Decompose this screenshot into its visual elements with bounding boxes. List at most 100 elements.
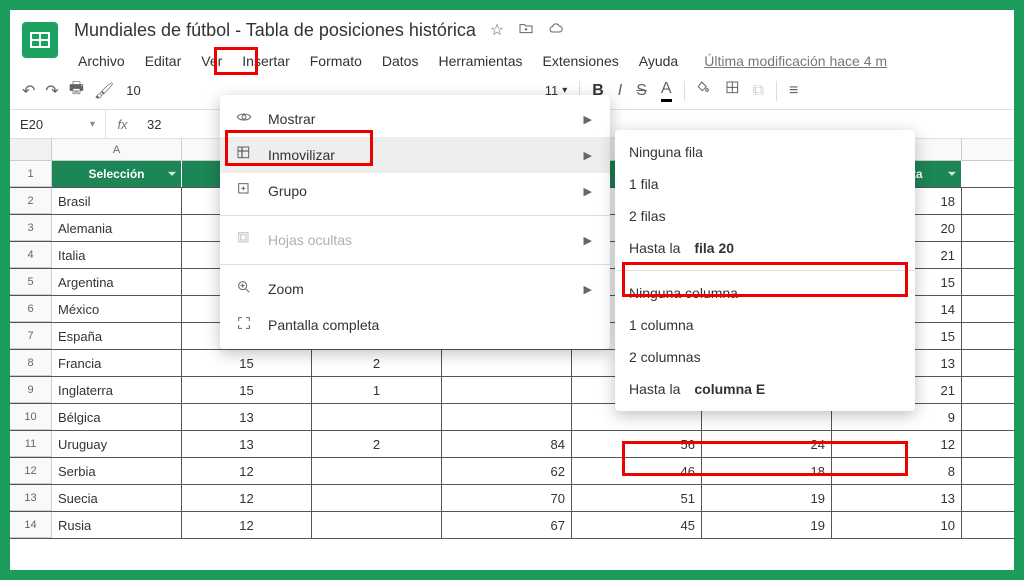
cell[interactable] [442,377,572,403]
menu-datos[interactable]: Datos [376,51,425,71]
row-header[interactable]: 8 [10,350,52,376]
cell[interactable]: Serbia [52,458,182,484]
cell[interactable]: 45 [572,512,702,538]
menu-formato[interactable]: Formato [304,51,368,71]
menu-archivo[interactable]: Archivo [72,51,131,71]
cell[interactable] [312,512,442,538]
freeze-2-rows[interactable]: 2 filas [615,200,915,232]
row-header[interactable]: 6 [10,296,52,322]
text-color-icon[interactable]: A [661,80,672,102]
cell[interactable] [312,485,442,511]
freeze-1-col[interactable]: 1 columna [615,309,915,341]
cell[interactable]: 8 [832,458,962,484]
cell[interactable] [442,350,572,376]
cell[interactable]: Italia [52,242,182,268]
italic-icon[interactable]: I [618,82,622,100]
cell[interactable]: 10 [832,512,962,538]
menu-inmovilizar[interactable]: Inmovilizar ▶ [220,137,610,173]
print-icon[interactable]: 🖶 [69,77,84,104]
cell[interactable]: 56 [572,431,702,457]
document-title[interactable]: Mundiales de fútbol - Tabla de posicione… [72,18,478,43]
cell[interactable]: 12 [832,431,962,457]
cell[interactable]: 12 [182,512,312,538]
freeze-1-row[interactable]: 1 fila [615,168,915,200]
name-box-dropdown-icon[interactable]: ▾ [90,119,95,130]
cell[interactable]: 24 [702,431,832,457]
row-header[interactable]: 1 [10,161,52,187]
row-header[interactable]: 14 [10,512,52,538]
cell[interactable] [312,458,442,484]
cell[interactable] [442,404,572,430]
paint-format-icon[interactable]: 🖌 [94,81,114,101]
row-header[interactable]: 13 [10,485,52,511]
cell[interactable]: 2 [312,350,442,376]
cell[interactable]: 12 [182,458,312,484]
cell[interactable]: 1 [312,377,442,403]
cloud-icon[interactable] [548,20,564,41]
freeze-up-to-row[interactable]: Hasta la fila 20 [615,232,915,264]
menu-extensiones[interactable]: Extensiones [536,51,624,71]
cell[interactable]: 51 [572,485,702,511]
cell[interactable]: Francia [52,350,182,376]
row-header[interactable]: 4 [10,242,52,268]
menu-insertar[interactable]: Insertar [236,51,295,71]
undo-icon[interactable]: ↶ [22,81,35,101]
cell[interactable]: 15 [182,350,312,376]
cell[interactable]: Alemania [52,215,182,241]
cell[interactable]: Suecia [52,485,182,511]
row-header[interactable]: 10 [10,404,52,430]
cell[interactable]: 84 [442,431,572,457]
cell[interactable]: Inglaterra [52,377,182,403]
cell[interactable]: 19 [702,485,832,511]
merge-cells-icon[interactable]: ⧉ [753,82,764,100]
menu-ver[interactable]: Ver [195,51,228,71]
menu-herramientas[interactable]: Herramientas [432,51,528,71]
freeze-2-cols[interactable]: 2 columnas [615,341,915,373]
freeze-no-cols[interactable]: Ninguna columna [615,277,915,309]
cell[interactable]: 2 [312,431,442,457]
cell[interactable]: 18 [702,458,832,484]
horizontal-align-icon[interactable]: ≡ [789,82,798,100]
cell[interactable]: Uruguay [52,431,182,457]
menu-zoom[interactable]: Zoom ▶ [220,271,610,307]
cell[interactable]: 13 [832,485,962,511]
cell[interactable]: Rusia [52,512,182,538]
name-box[interactable]: E20 ▾ [10,117,105,132]
menu-mostrar[interactable]: Mostrar ▶ [220,101,610,137]
cell[interactable]: 15 [182,377,312,403]
select-all-corner[interactable] [10,139,52,160]
last-modified-link[interactable]: Última modificación hace 4 m [704,53,887,69]
col-heading[interactable]: Selección [52,161,182,187]
row-header[interactable]: 3 [10,215,52,241]
menu-editar[interactable]: Editar [139,51,188,71]
menu-pantalla-completa[interactable]: Pantalla completa [220,307,610,343]
cell[interactable]: 46 [572,458,702,484]
row-header[interactable]: 2 [10,188,52,214]
cell[interactable]: 67 [442,512,572,538]
cell[interactable]: 70 [442,485,572,511]
cell[interactable]: 13 [182,404,312,430]
star-icon[interactable]: ☆ [490,20,504,41]
col-header[interactable]: A [52,139,182,160]
cell[interactable]: España [52,323,182,349]
cell[interactable]: Argentina [52,269,182,295]
freeze-no-rows[interactable]: Ninguna fila [615,136,915,168]
cell[interactable] [312,404,442,430]
formula-input[interactable]: 32 [139,117,161,132]
move-icon[interactable] [518,20,534,41]
row-header[interactable]: 9 [10,377,52,403]
cell[interactable]: México [52,296,182,322]
strikethrough-icon[interactable]: S [636,82,647,100]
menu-grupo[interactable]: Grupo ▶ [220,173,610,209]
cell[interactable]: 13 [182,431,312,457]
row-header[interactable]: 12 [10,458,52,484]
cell[interactable]: 12 [182,485,312,511]
fill-color-icon[interactable] [697,80,713,101]
menu-ayuda[interactable]: Ayuda [633,51,684,71]
cell[interactable]: Brasil [52,188,182,214]
zoom-value[interactable]: 10 [126,83,140,98]
borders-icon[interactable] [725,80,741,101]
row-header[interactable]: 11 [10,431,52,457]
row-header[interactable]: 7 [10,323,52,349]
row-header[interactable]: 5 [10,269,52,295]
